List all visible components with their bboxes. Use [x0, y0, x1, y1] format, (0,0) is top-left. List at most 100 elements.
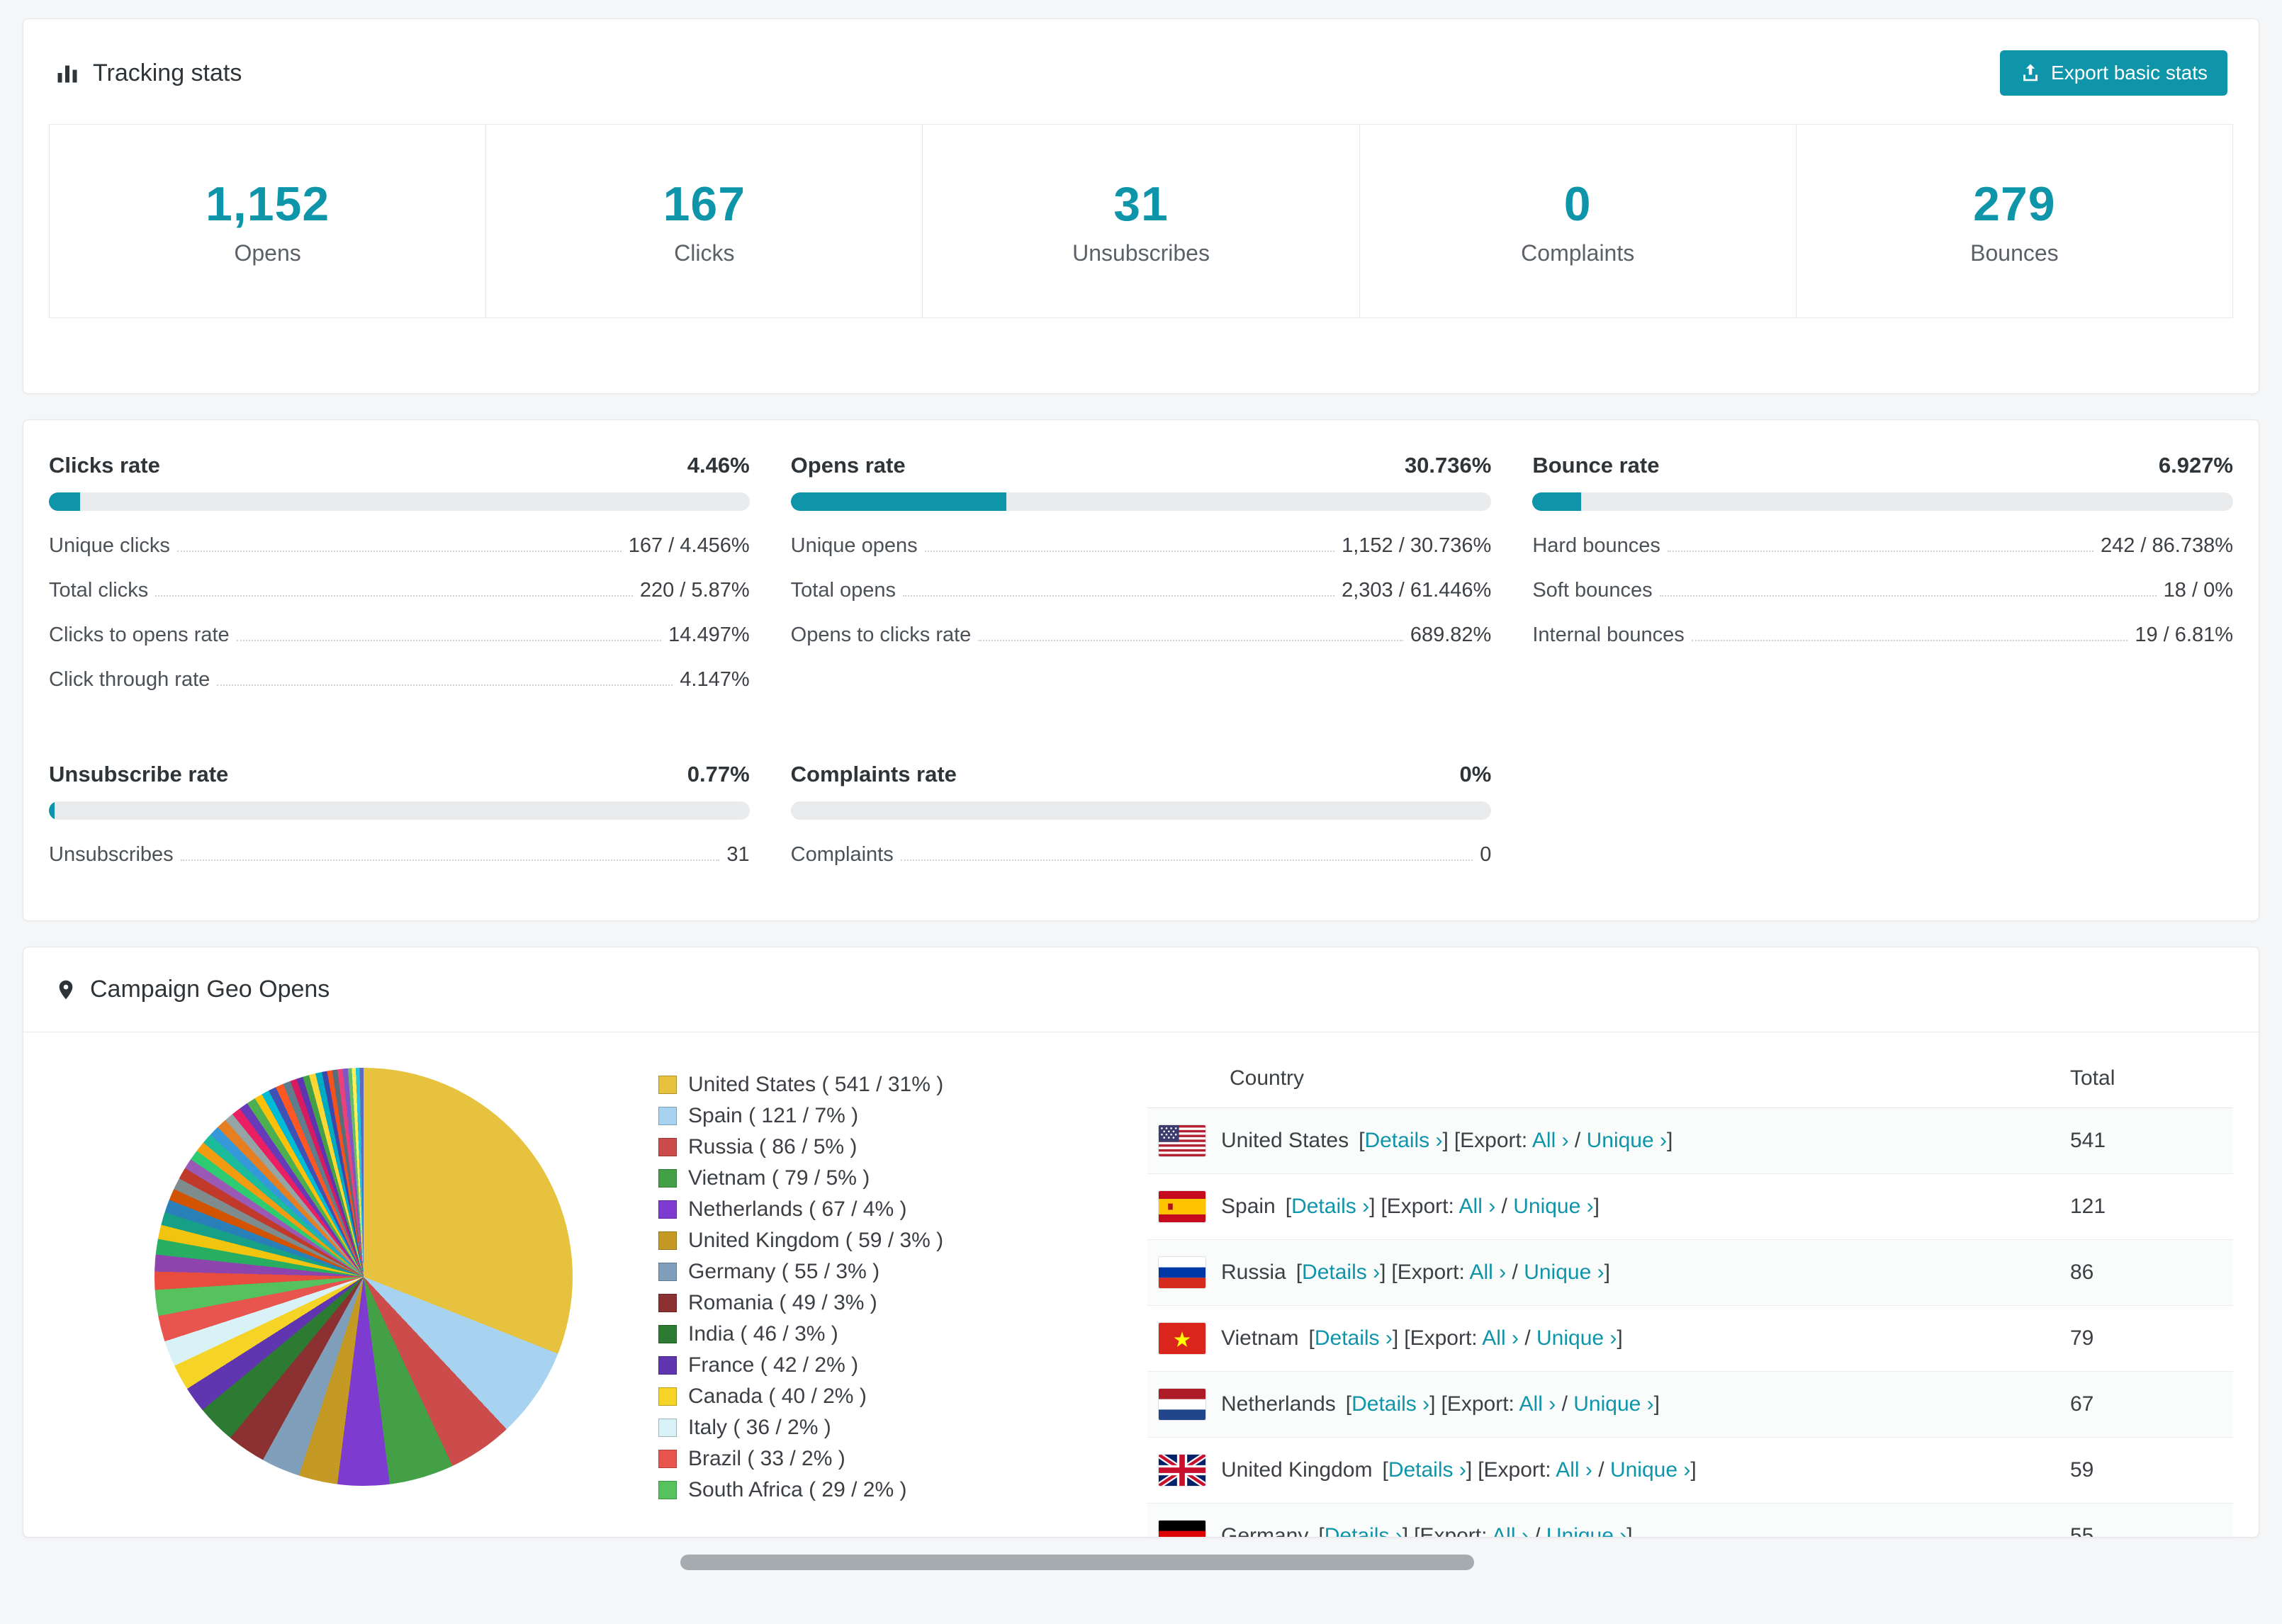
stat-clicks-value: 167 [663, 176, 746, 231]
details-link[interactable]: Details › [1364, 1129, 1442, 1152]
map-pin-icon [59, 980, 73, 999]
export-all-link[interactable]: All › [1459, 1195, 1496, 1218]
export-all-link[interactable]: All › [1519, 1392, 1556, 1416]
legend-swatch [658, 1138, 677, 1156]
bounce-rate-progressbar [1532, 492, 2233, 511]
legend-swatch [658, 1356, 677, 1375]
country-column-header: Country [1230, 1066, 1305, 1090]
export-basic-stats-label: Export basic stats [2051, 62, 2208, 84]
legend-label: Netherlands ( 67 / 4% ) [688, 1197, 907, 1221]
stat-row: Hard bounces 242 / 86.738% [1532, 534, 2233, 557]
legend-label: Brazil ( 33 / 2% ) [688, 1447, 845, 1470]
stat-row: Unique clicks 167 / 4.456% [49, 534, 750, 557]
legend-item: Spain ( 121 / 7% ) [658, 1100, 1055, 1132]
legend-swatch [658, 1481, 677, 1499]
total-value: 67 [2070, 1392, 2094, 1416]
export-unique-link[interactable]: Unique › [1546, 1524, 1626, 1537]
export-all-link[interactable]: All › [1469, 1261, 1506, 1284]
table-row-vietnam: Vietnam [Details ›] [Export: All › / Uni… [1147, 1306, 2233, 1372]
legend-item: Germany ( 55 / 3% ) [658, 1256, 1055, 1287]
stat-opens-value: 1,152 [206, 176, 330, 231]
export-unique-link[interactable]: Unique › [1573, 1392, 1653, 1416]
legend-label: Russia ( 86 / 5% ) [688, 1135, 858, 1158]
dotted-leader [217, 684, 673, 686]
dotted-leader [180, 859, 720, 861]
stat-bounces: 279 Bounces [1797, 125, 2232, 317]
opens-rate-progress-fill [790, 492, 1006, 511]
stat-row: Unique opens 1,152 / 30.736% [790, 534, 1492, 557]
legend-label: United Kingdom ( 59 / 3% ) [688, 1229, 944, 1252]
total-value: 55 [2070, 1524, 2094, 1538]
country-name: Vietnam [1221, 1326, 1299, 1350]
export-unique-link[interactable]: Unique › [1610, 1458, 1690, 1482]
legend-item: India ( 46 / 3% ) [658, 1319, 1055, 1350]
export-unique-link[interactable]: Unique › [1536, 1326, 1617, 1350]
germany-flag-icon [1159, 1521, 1205, 1537]
legend-item: Russia ( 86 / 5% ) [658, 1132, 1055, 1163]
details-link[interactable]: Details › [1315, 1326, 1393, 1350]
unsubscribe-rate-title: Unsubscribe rate [49, 762, 229, 786]
legend-swatch [658, 1107, 677, 1125]
legend-item: Vietnam ( 79 / 5% ) [658, 1163, 1055, 1194]
stat-bounces-value: 279 [1973, 176, 2056, 231]
dotted-leader [978, 640, 1403, 641]
dotted-leader [902, 595, 1335, 597]
complaints-rate-progressbar [790, 801, 1492, 820]
stat-opens-label: Opens [234, 239, 301, 266]
legend-label: Italy ( 36 / 2% ) [688, 1416, 831, 1439]
stat-row: Total opens 2,303 / 61.446% [790, 579, 1492, 602]
geo-pie-chart [154, 1068, 573, 1486]
legend-label: France ( 42 / 2% ) [688, 1353, 859, 1377]
details-link[interactable]: Details › [1302, 1261, 1380, 1284]
complaints-rate-title: Complaints rate [790, 762, 957, 786]
bounce-rate-block: Bounce rate 6.927% Hard bounces 242 / 86.… [1532, 453, 2233, 702]
details-link[interactable]: Details › [1351, 1392, 1429, 1416]
stat-unsubscribes-label: Unsubscribes [1072, 239, 1210, 266]
table-row-united-states: United States [Details ›] [Export: All ›… [1147, 1108, 2233, 1174]
legend-item: United States ( 541 / 31% ) [658, 1069, 1055, 1100]
legend-swatch [658, 1419, 677, 1437]
geo-opens-title: Campaign Geo Opens [90, 976, 330, 1003]
export-all-link[interactable]: All › [1482, 1326, 1519, 1350]
export-basic-stats-button[interactable]: Export basic stats [2000, 50, 2227, 96]
vietnam-flag-icon [1159, 1323, 1205, 1354]
country-name: Russia [1221, 1261, 1286, 1284]
tracking-stats-header: Tracking stats [55, 60, 242, 87]
export-unique-link[interactable]: Unique › [1587, 1129, 1667, 1152]
dotted-leader [155, 595, 633, 597]
legend-label: South Africa ( 29 / 2% ) [688, 1478, 907, 1501]
geo-opens-header: Campaign Geo Opens [23, 947, 2259, 1032]
legend-label: United States ( 541 / 31% ) [688, 1073, 944, 1096]
table-row-spain: Spain [Details ›] [Export: All › / Uniqu… [1147, 1174, 2233, 1240]
details-link[interactable]: Details › [1388, 1458, 1466, 1482]
export-all-link[interactable]: All › [1556, 1458, 1592, 1482]
country-name: Spain [1221, 1195, 1276, 1218]
clicks-rate-title: Clicks rate [49, 453, 160, 478]
details-link[interactable]: Details › [1325, 1524, 1403, 1537]
legend-item: Italy ( 36 / 2% ) [658, 1412, 1055, 1443]
table-row-russia: Russia [Details ›] [Export: All › / Uniq… [1147, 1240, 2233, 1306]
export-unique-link[interactable]: Unique › [1524, 1261, 1604, 1284]
country-name: Germany [1221, 1524, 1309, 1538]
bounce-rate-progress-fill [1532, 492, 1581, 511]
details-link[interactable]: Details › [1291, 1195, 1369, 1218]
unsubscribe-rate-block: Unsubscribe rate 0.77% Unsubscribes 31 [49, 762, 750, 877]
legend-item: United Kingdom ( 59 / 3% ) [658, 1225, 1055, 1256]
export-all-link[interactable]: All › [1532, 1129, 1569, 1152]
geo-legend: United States ( 541 / 31% ) Spain ( 121 … [658, 1069, 1055, 1537]
total-value: 121 [2070, 1195, 2106, 1218]
tracking-stats-card: Tracking stats Export basic stats 1,152 … [23, 18, 2259, 394]
stat-clicks-label: Clicks [674, 239, 735, 266]
stat-bounces-label: Bounces [1970, 239, 2059, 266]
clicks-rate-block: Clicks rate 4.46% Unique clicks 167 / 4.4… [49, 453, 750, 702]
export-all-link[interactable]: All › [1492, 1524, 1529, 1537]
unsubscribe-rate-progressbar [49, 801, 750, 820]
uk-flag-icon [1159, 1455, 1205, 1486]
geo-table: Country Total United States [Details ›] … [1147, 1048, 2233, 1538]
export-unique-link[interactable]: Unique › [1513, 1195, 1593, 1218]
table-row-united-kingdom: United Kingdom [Details ›] [Export: All … [1147, 1438, 2233, 1504]
legend-swatch [658, 1076, 677, 1094]
legend-label: Romania ( 49 / 3% ) [688, 1291, 877, 1314]
horizontal-scrollbar-thumb[interactable] [680, 1555, 1474, 1570]
stat-row: Clicks to opens rate 14.497% [49, 624, 750, 646]
